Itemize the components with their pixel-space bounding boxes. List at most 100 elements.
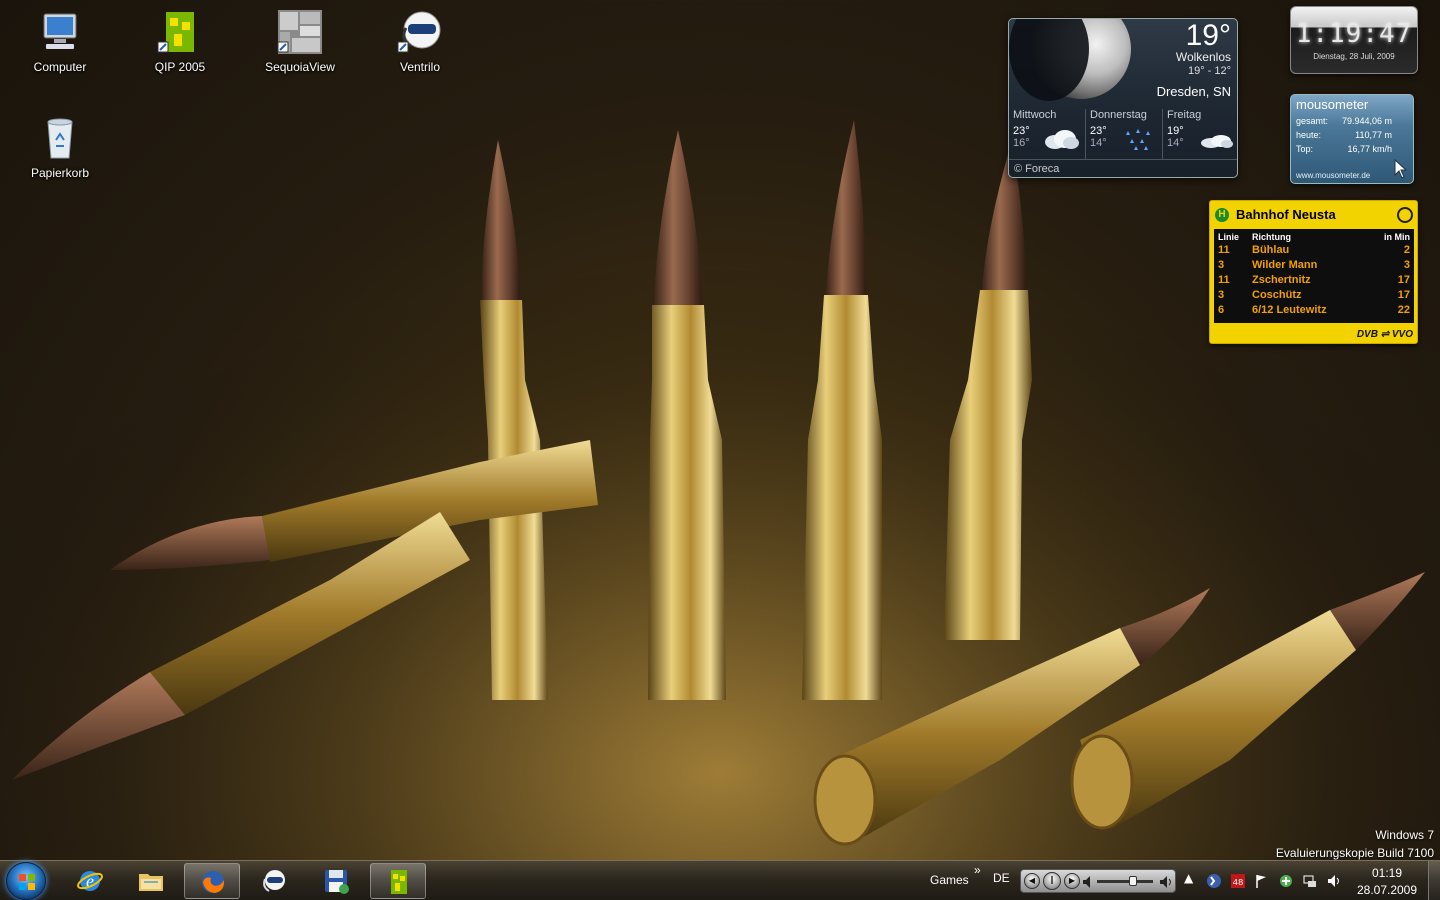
taskbar-date: 28.07.2009 [1356,883,1418,897]
desktop-icon-sequoiaview[interactable]: SequoiaView [250,8,350,74]
dvb-vvo-logo: DVB ⇌ VVO [1356,329,1413,340]
recycle-bin-icon [36,114,84,162]
previous-track-icon[interactable]: ◀ [1024,873,1040,889]
forecast-day-name: Mittwoch [1013,109,1057,121]
current-temperature: 19° [1185,19,1231,52]
mousometer-row: Top: 16,77 km/h [1296,142,1392,156]
start-button[interactable] [6,862,46,900]
taskbar-internet-explorer[interactable]: e [62,863,118,899]
bus-stop-icon: H [1215,208,1229,222]
departure-minutes: 22 [1397,304,1410,316]
column-minutes: in Min [1384,232,1410,242]
firefox-tray-icon[interactable] [1206,873,1222,889]
departure-line: 3 [1218,259,1225,271]
forecast-row: Mittwoch 23° 16° Donnerstag 23° 14° Frei… [1009,109,1237,159]
ventrilo-icon [263,870,285,892]
dvb-departures-gadget[interactable]: H Bahnhof Neusta Linie Richtung in Min 1… [1209,200,1418,344]
mousometer-value: 16,77 km/h [1347,144,1393,154]
volume-max-icon [1160,876,1171,888]
desktop-icon-label: Papierkorb [30,166,90,180]
windows-watermark: Windows 7 Evaluierungskopie Build 7100 [1276,826,1434,862]
taskbar: e Games » DE ◀ ‖ ▶ ▲ 48 01:19 28.07.2009 [0,860,1440,900]
desktop-icon-label: Ventrilo [399,60,441,74]
weather-location: Dresden, SN [1156,84,1231,99]
departure-direction: Bühlau [1252,244,1290,256]
departure-header-row: Linie Richtung in Min [1214,229,1414,243]
dvb-stop-name: Bahnhof Neusta [1236,207,1336,222]
volume-track[interactable] [1097,880,1153,883]
taskbar-qip[interactable] [370,863,426,899]
departure-minutes: 17 [1397,289,1410,301]
show-desktop-button[interactable] [1428,861,1440,900]
taskbar-clock[interactable]: 01:19 28.07.2009 [1354,865,1420,899]
media-player-toolbar: ◀ ‖ ▶ [1020,869,1176,893]
mousometer-value: 79.944,06 m [1341,116,1393,126]
floppy-disk-icon [325,870,349,894]
desktop-icon-recycle-bin[interactable]: Papierkorb [10,114,110,180]
desktop-icon-label: Computer [33,60,87,74]
mousometer-title: mousometer [1296,97,1369,112]
departure-line: 6 [1218,304,1225,316]
windows-logo-icon [19,874,35,890]
mousometer-row: gesamt: 79.944,06 m [1296,114,1392,128]
next-track-icon[interactable]: ▶ [1064,873,1080,889]
weather-gadget[interactable]: 19° Wolkenlos 19° - 12° Dresden, SN Mitt… [1008,18,1238,178]
temperature-range: 19° - 12° [1187,65,1231,77]
clock-date: Dienstag, 28 Juli, 2009 [1313,52,1395,61]
departure-row: 11 Zschertnitz 17 [1214,273,1414,288]
language-indicator[interactable]: DE [993,871,1010,885]
ventrilo-icon [396,8,444,56]
column-line: Linie [1218,232,1240,242]
network-icon[interactable] [1302,873,1318,889]
column-direction: Richtung [1252,232,1291,242]
partly-cloudy-icon [1201,135,1233,148]
mousometer-url[interactable]: www.mousometer.de [1296,171,1370,180]
mousometer-label: heute: [1296,130,1322,140]
clock-time: 1:19:47 [1295,19,1413,49]
taskbar-firefox[interactable] [184,863,240,899]
show-hidden-icons-arrow[interactable]: ▲ [1184,871,1193,885]
mousometer-label: Top: [1296,144,1314,154]
departure-minutes: 3 [1403,259,1410,271]
volume-slider-knob[interactable] [1129,876,1138,886]
action-center-flag-icon[interactable] [1254,873,1270,889]
desktop-icon-qip[interactable]: QIP 2005 [130,8,230,74]
volume-icon[interactable] [1326,873,1342,889]
tray-app-icon[interactable] [1278,873,1294,889]
dvb-header: H Bahnhof Neusta [1210,201,1417,229]
departure-direction: 6/12 Leutewitz [1252,304,1327,316]
firefox-icon [202,871,225,893]
qip-status-icon[interactable]: 48 [1230,873,1246,889]
refresh-icon[interactable] [1397,207,1413,223]
games-toolbar-label[interactable]: Games [930,873,969,887]
departure-row: 6 6/12 Leutewitz 22 [1214,303,1414,318]
desktop-icon-ventrilo[interactable]: Ventrilo [370,8,470,74]
departure-line: 3 [1218,289,1225,301]
departure-row: 3 Wilder Mann 3 [1214,258,1414,273]
rain-icon [1126,129,1150,150]
forecast-day-name: Donnerstag [1090,109,1147,121]
departure-direction: Wilder Mann [1252,259,1318,271]
cloudy-icon [1045,130,1079,149]
departure-minutes: 2 [1403,244,1410,256]
desktop-icon-computer[interactable]: Computer [10,8,110,74]
computer-icon [36,8,84,56]
pause-icon[interactable]: ‖ [1043,872,1061,890]
mousometer-gadget[interactable]: mousometer gesamt: 79.944,06 m heute: 11… [1290,94,1414,184]
clock-gadget[interactable]: 1:19:47 Dienstag, 28 Juli, 2009 [1290,6,1418,74]
taskbar-ventrilo[interactable] [246,863,302,899]
taskbar-save-program[interactable] [308,863,364,899]
mousometer-row: heute: 110,77 m [1296,128,1392,142]
toolbar-chevron-icon[interactable]: » [974,863,981,877]
departure-minutes: 17 [1397,274,1410,286]
taskbar-windows-explorer[interactable] [123,863,179,899]
internet-explorer-icon: e [77,871,103,891]
sequoiaview-icon [276,8,324,56]
departure-row: 3 Coschütz 17 [1214,288,1414,303]
desktop-icon-label: QIP 2005 [154,60,206,74]
watermark-line: Windows 7 [1375,828,1434,842]
weather-credit[interactable]: © Foreca [1009,159,1237,177]
mousometer-stats: gesamt: 79.944,06 m heute: 110,77 m Top:… [1296,114,1392,156]
qip-icon [391,870,407,894]
forecast-day: Donnerstag 23° 14° [1086,109,1163,159]
